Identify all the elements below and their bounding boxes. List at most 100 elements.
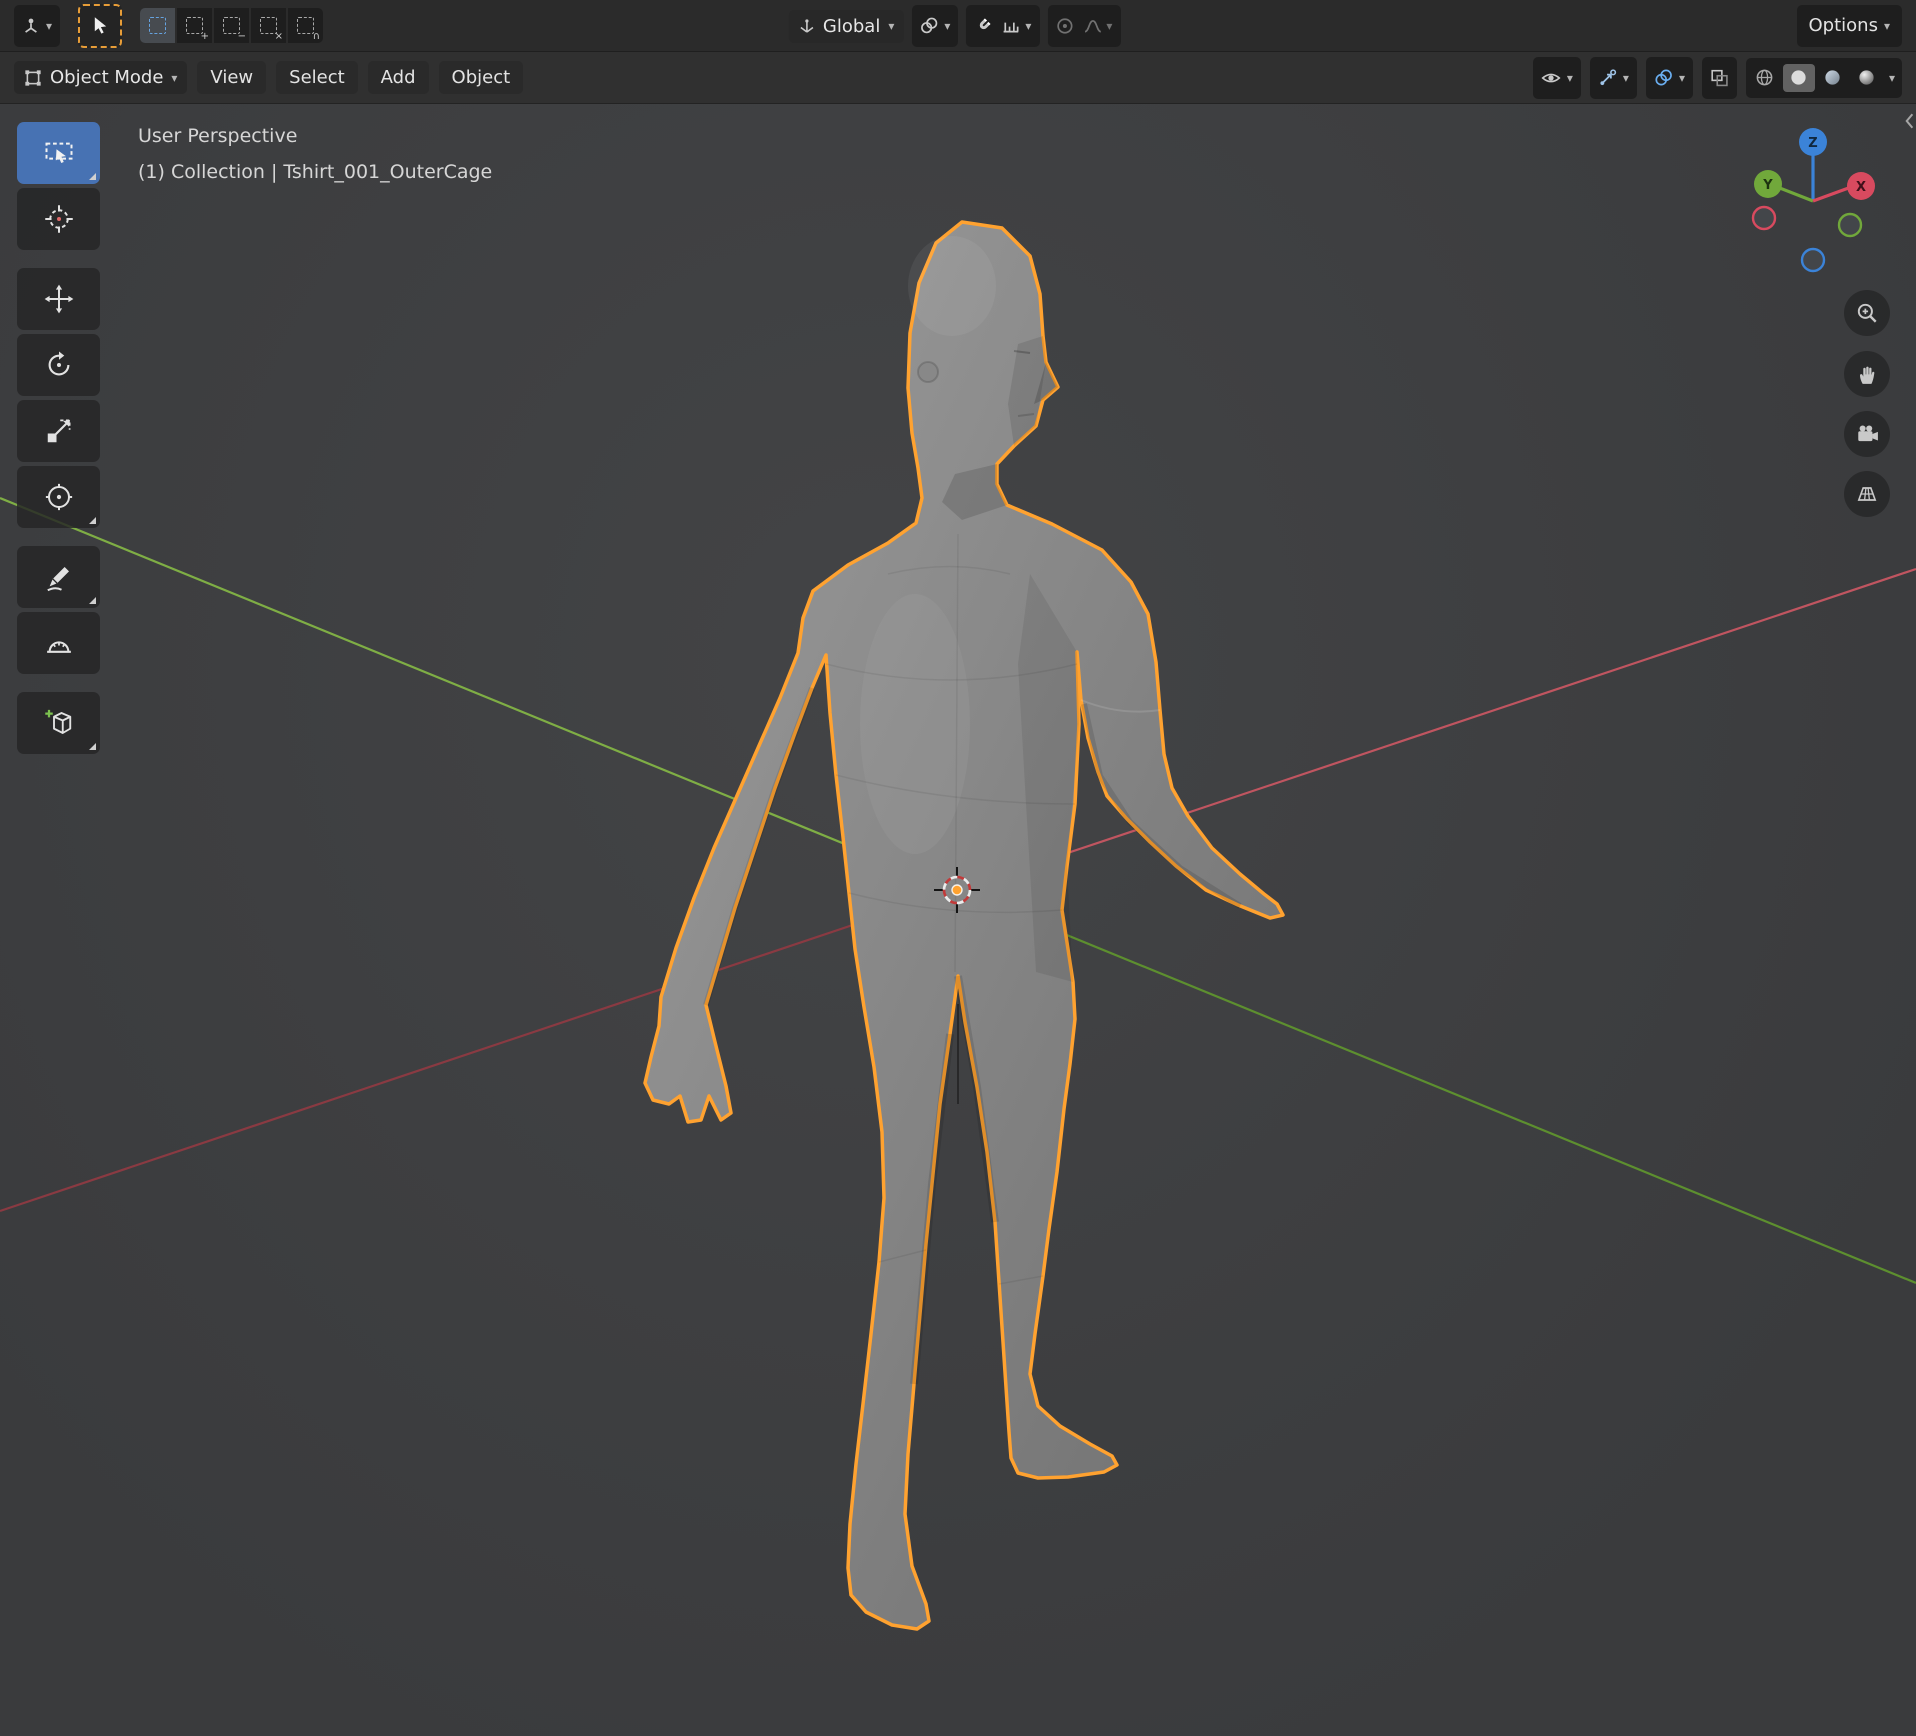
chevron-down-icon: ▾ (888, 20, 894, 32)
scale-tool-icon (44, 416, 74, 446)
chevron-down-icon: ▾ (1025, 20, 1031, 32)
gizmo-axis-z-neg[interactable] (1802, 249, 1824, 271)
axis-gizmo[interactable]: Z Y X (1740, 118, 1890, 278)
chevron-down-icon: ▾ (1679, 72, 1685, 84)
tool-annotate[interactable] (17, 546, 100, 608)
chevron-down-icon: ▾ (1623, 72, 1629, 84)
mesh-silhouette (645, 222, 1283, 1629)
zoom-button[interactable] (1844, 290, 1890, 336)
menu-select[interactable]: Select (276, 61, 358, 94)
menu-add[interactable]: Add (368, 61, 429, 94)
proportional-group: ▾ (1047, 5, 1120, 47)
perspective-toggle-button[interactable] (1844, 471, 1890, 517)
chevron-down-icon: ▾ (171, 72, 177, 84)
gizmo-axis-x-label: X (1856, 180, 1866, 195)
viewport-header: Object Mode ▾ View Select Add Object ▾ (0, 52, 1916, 104)
gizmos-icon (1598, 69, 1617, 87)
show-gizmos-dropdown[interactable]: ▾ (1590, 57, 1637, 99)
tool-measure[interactable] (17, 612, 100, 674)
options-dropdown[interactable]: Options ▾ (1797, 5, 1902, 47)
snap-settings-button[interactable]: ▾ (1002, 18, 1031, 34)
shading-solid-icon (1789, 68, 1808, 87)
pan-button[interactable] (1844, 351, 1890, 397)
gizmo-axis-x-neg[interactable] (1753, 207, 1775, 229)
tool-select-box[interactable] (17, 122, 100, 184)
proportional-editing-icon[interactable] (1055, 17, 1073, 35)
menu-view[interactable]: View (197, 61, 266, 94)
active-tool-button[interactable] (78, 4, 122, 48)
sidebar-collapse-arrow-icon (1903, 112, 1915, 130)
tool-transform[interactable] (17, 466, 100, 528)
blender-window: ▾ + − × ∩ Global ▾ (0, 0, 1916, 1736)
tool-column (17, 122, 100, 754)
move-tool-icon (44, 284, 74, 314)
select-mode-subtract-button[interactable]: − (214, 8, 249, 43)
human-mesh[interactable] (645, 222, 1283, 1629)
select-mode-intersect-button[interactable]: ∩ (288, 8, 323, 43)
transform-orientation-dropdown[interactable]: Global ▾ (789, 10, 904, 43)
rotate-tool-icon (44, 350, 74, 380)
mode-label: Object Mode (50, 67, 163, 88)
select-box-tool-icon (44, 138, 74, 168)
shading-rendered-button[interactable] (1851, 64, 1883, 92)
mode-dropdown[interactable]: Object Mode ▾ (14, 61, 187, 94)
editor-type-icon (22, 17, 40, 35)
select-mode-invert-button[interactable]: × (251, 8, 286, 43)
select-mode-set-button[interactable] (140, 8, 175, 43)
chevron-down-icon: ▾ (1884, 20, 1890, 32)
shading-material-icon (1823, 68, 1842, 87)
object-visibility-dropdown[interactable]: ▾ (1533, 57, 1581, 99)
chevron-down-icon: ▾ (1567, 72, 1573, 84)
annotate-tool-icon (44, 562, 74, 592)
shading-material-button[interactable] (1817, 64, 1849, 92)
tool-header: ▾ + − × ∩ Global ▾ (0, 0, 1916, 52)
viewport-3d[interactable]: User Perspective (1) Collection | Tshirt… (0, 104, 1916, 1736)
pivot-point-icon (920, 17, 938, 35)
tool-rotate[interactable] (17, 334, 100, 396)
tool-cursor[interactable] (17, 188, 100, 250)
chevron-down-icon: ▾ (944, 20, 950, 32)
tool-add-cube[interactable] (17, 692, 100, 754)
editor-type-button[interactable]: ▾ (14, 5, 60, 47)
camera-view-button[interactable] (1844, 411, 1890, 457)
overlays-icon (1654, 69, 1673, 87)
tool-scale[interactable] (17, 400, 100, 462)
select-mode-extend-button[interactable]: + (177, 8, 212, 43)
falloff-dropdown[interactable]: ▾ (1083, 18, 1112, 34)
gizmo-axis-y-label: Y (1762, 178, 1773, 193)
zoom-icon (1855, 301, 1879, 325)
grid-icon (1855, 482, 1879, 506)
visibility-eye-icon (1541, 69, 1561, 87)
gizmo-axis-y-neg[interactable] (1839, 214, 1861, 236)
pivot-point-dropdown[interactable]: ▾ (912, 5, 958, 47)
object-mode-icon (24, 69, 42, 87)
shading-group: ▾ (1746, 58, 1902, 98)
orientation-label: Global (823, 16, 880, 37)
sidebar-expand-tab[interactable] (1903, 112, 1915, 134)
menu-object[interactable]: Object (439, 61, 524, 94)
gizmo-axis-z-label: Z (1808, 136, 1817, 151)
chevron-down-icon: ▾ (1885, 72, 1899, 84)
snap-magnet-icon[interactable] (974, 17, 992, 35)
scene-canvas (0, 104, 1916, 1736)
transform-tool-icon (44, 482, 74, 512)
select-mode-intersect-icon (297, 17, 314, 34)
snap-group: ▾ (966, 5, 1039, 47)
shading-solid-button[interactable] (1783, 64, 1815, 92)
toggle-xray-button[interactable] (1702, 57, 1737, 99)
shading-wireframe-button[interactable] (1749, 64, 1781, 92)
options-label: Options (1809, 15, 1878, 36)
shading-rendered-icon (1857, 68, 1876, 87)
collection-breadcrumb: (1) Collection | Tshirt_001_OuterCage (138, 154, 492, 190)
pan-hand-icon (1855, 362, 1879, 386)
shading-wireframe-icon (1755, 68, 1774, 87)
falloff-curve-icon (1083, 18, 1101, 34)
tool-move[interactable] (17, 268, 100, 330)
viewport-overlay-text: User Perspective (1) Collection | Tshirt… (138, 118, 492, 190)
perspective-label: User Perspective (138, 118, 492, 154)
cursor-tool-icon (44, 204, 74, 234)
orientation-axes-icon (799, 18, 815, 34)
show-overlays-dropdown[interactable]: ▾ (1646, 57, 1693, 99)
measure-tool-icon (44, 628, 74, 658)
select-mode-set-icon (149, 17, 166, 34)
